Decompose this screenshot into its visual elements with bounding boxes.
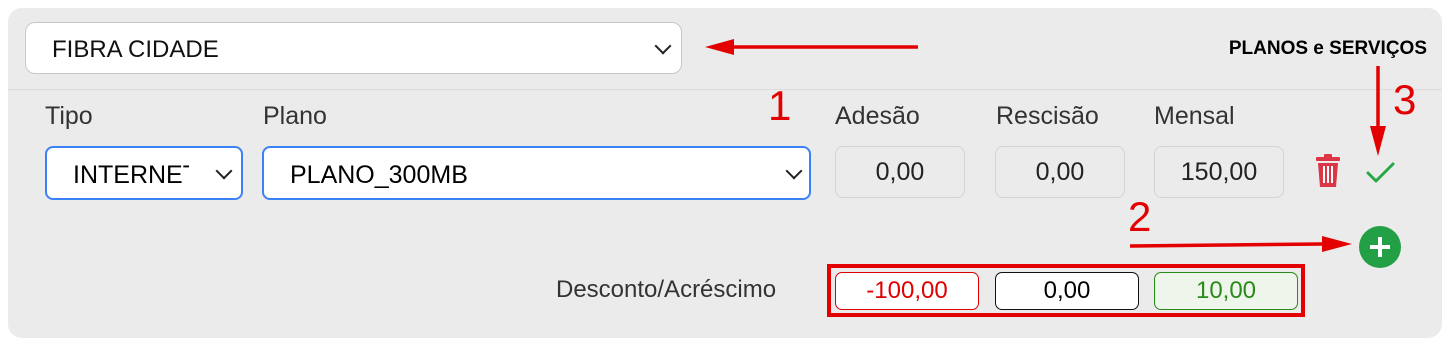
section-title: PLANOS e SERVIÇOS <box>1228 38 1427 59</box>
plano-select[interactable]: PLANO_300MB <box>262 146 811 200</box>
chevron-down-icon <box>785 162 803 180</box>
plano-select-value: PLANO_300MB <box>290 161 468 189</box>
label-adesao: Adesão <box>835 102 920 130</box>
label-desconto: Desconto/Acréscimo <box>556 276 777 303</box>
discount-positive-field[interactable]: 10,00 <box>1154 272 1298 310</box>
chevron-down-icon <box>215 162 233 180</box>
chevron-down-icon <box>654 37 672 55</box>
label-plano: Plano <box>263 102 327 130</box>
adesao-field[interactable]: 0,00 <box>835 146 965 198</box>
discount-negative-field[interactable]: -100,00 <box>835 272 979 310</box>
label-tipo: Tipo <box>45 102 93 130</box>
divider <box>8 89 1442 90</box>
mensal-field[interactable]: 150,00 <box>1154 146 1284 198</box>
tipo-select[interactable]: INTERNET <box>45 146 243 200</box>
annotation-2: 2 <box>1128 193 1152 240</box>
category-select-value: FIBRA CIDADE <box>52 36 219 63</box>
rescisao-field[interactable]: 0,00 <box>995 146 1125 198</box>
label-mensal: Mensal <box>1154 102 1235 130</box>
discount-neutral-field[interactable]: 0,00 <box>995 272 1139 310</box>
annotation-3: 3 <box>1393 76 1417 123</box>
label-rescisao: Rescisão <box>996 102 1099 130</box>
annotation-1: 1 <box>768 82 792 129</box>
trash-icon[interactable] <box>1313 154 1343 188</box>
add-plan-button[interactable] <box>1359 226 1401 268</box>
category-select[interactable]: FIBRA CIDADE <box>25 22 682 74</box>
check-icon[interactable] <box>1366 161 1396 185</box>
tipo-select-value: INTERNET <box>73 161 189 189</box>
